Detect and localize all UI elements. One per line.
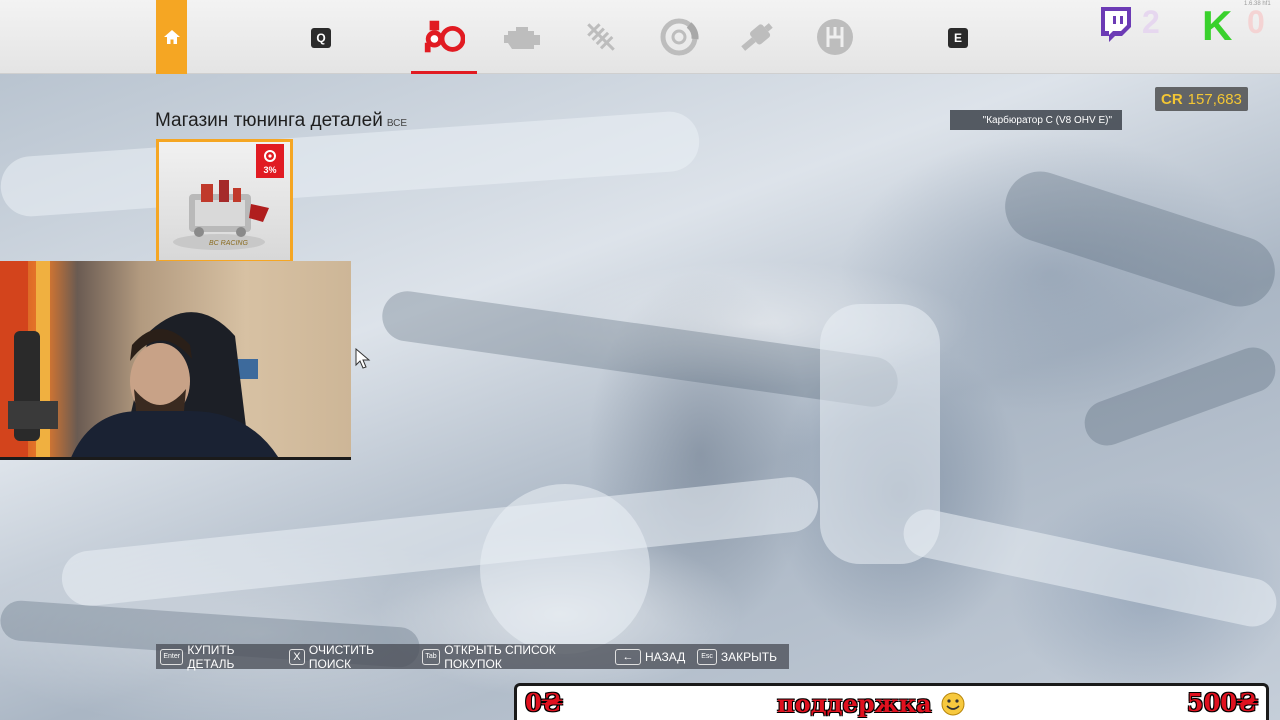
buy-part-label: КУПИТЬ ДЕТАЛЬ xyxy=(187,642,235,671)
k-counter: 0 xyxy=(1247,4,1265,40)
donation-title-text: поддержка xyxy=(777,689,932,718)
enter-key-icon: Enter xyxy=(160,648,184,665)
engine-icon[interactable] xyxy=(501,17,545,57)
clear-search-label: ОЧИСТИТЬ ПОИСК xyxy=(308,642,375,671)
suspension-icon[interactable] xyxy=(579,17,623,57)
back-label: НАЗАД xyxy=(644,649,686,664)
donation-banner: 0₴ поддержка 500₴ xyxy=(514,683,1269,720)
credits-value: 157,683 xyxy=(1187,90,1242,108)
turbo-icon xyxy=(264,150,276,162)
close-hint[interactable]: Esc ЗАКРЫТЬ xyxy=(697,648,777,665)
mouse-cursor-icon xyxy=(355,348,371,369)
x-key-icon: X xyxy=(288,648,305,665)
donation-goal: 500₴ xyxy=(1186,688,1258,717)
discount-badge: 3% xyxy=(256,144,284,178)
credits-label: CR xyxy=(1161,90,1183,108)
webcam-overlay xyxy=(0,261,351,460)
tab-key-icon: Tab xyxy=(421,648,441,665)
twitch-icon xyxy=(1101,7,1131,42)
active-category-indicator xyxy=(411,71,477,74)
turbo-icon[interactable] xyxy=(421,17,465,57)
part-card[interactable]: 3% BC RACING xyxy=(156,139,293,263)
discount-value: 3% xyxy=(263,165,277,175)
backspace-key-icon: ← xyxy=(614,648,641,665)
back-hint[interactable]: ← НАЗАД xyxy=(614,648,686,665)
brake-icon[interactable] xyxy=(657,17,701,57)
open-shopping-list-label: ОТКРЫТЬ СПИСОК ПОКУПОК xyxy=(444,642,556,671)
donation-current: 0₴ xyxy=(525,688,563,717)
search-query-text: "Карбюратор C (V8 OHV E)" xyxy=(982,114,1112,126)
donation-title: поддержка xyxy=(777,689,966,718)
gearbox-icon[interactable] xyxy=(813,17,857,57)
prev-category-key[interactable]: Q xyxy=(311,28,331,48)
smiley-emoji-icon xyxy=(941,692,965,716)
clear-search-hint[interactable]: X ОЧИСТИТЬ ПОИСК xyxy=(288,642,410,671)
control-hints: Enter КУПИТЬ ДЕТАЛЬ X ОЧИСТИТЬ ПОИСК Tab… xyxy=(156,642,789,671)
esc-key-icon: Esc xyxy=(697,648,717,665)
home-icon xyxy=(163,30,180,44)
version-label: 1.6.38 hf1 xyxy=(1244,1,1271,7)
k-icon: K xyxy=(1202,2,1233,49)
webcam-streamer-image xyxy=(0,261,278,457)
home-tab[interactable] xyxy=(156,0,187,74)
close-label: ЗАКРЫТЬ xyxy=(720,649,777,664)
credits-display: CR 157,683 xyxy=(1155,87,1248,111)
search-query-chip[interactable]: "Карбюратор C (V8 OHV E)" xyxy=(950,110,1122,130)
buy-part-hint[interactable]: Enter КУПИТЬ ДЕТАЛЬ xyxy=(160,643,277,671)
next-category-key[interactable]: E xyxy=(948,28,968,48)
part-brand: BC RACING xyxy=(209,240,248,247)
twitch-counter: 2 xyxy=(1142,4,1160,40)
exhaust-icon[interactable] xyxy=(735,17,779,57)
page-title-text: Магазин тюнинга деталей xyxy=(155,110,383,131)
page-title: Магазин тюнинга деталей все xyxy=(155,110,407,132)
category-bar: Q E 2 K 0 1.6.38 hf1 xyxy=(0,0,1280,74)
open-shopping-list-hint[interactable]: Tab ОТКРЫТЬ СПИСОК ПОКУПОК xyxy=(421,642,603,671)
filter-label[interactable]: все xyxy=(387,118,407,129)
